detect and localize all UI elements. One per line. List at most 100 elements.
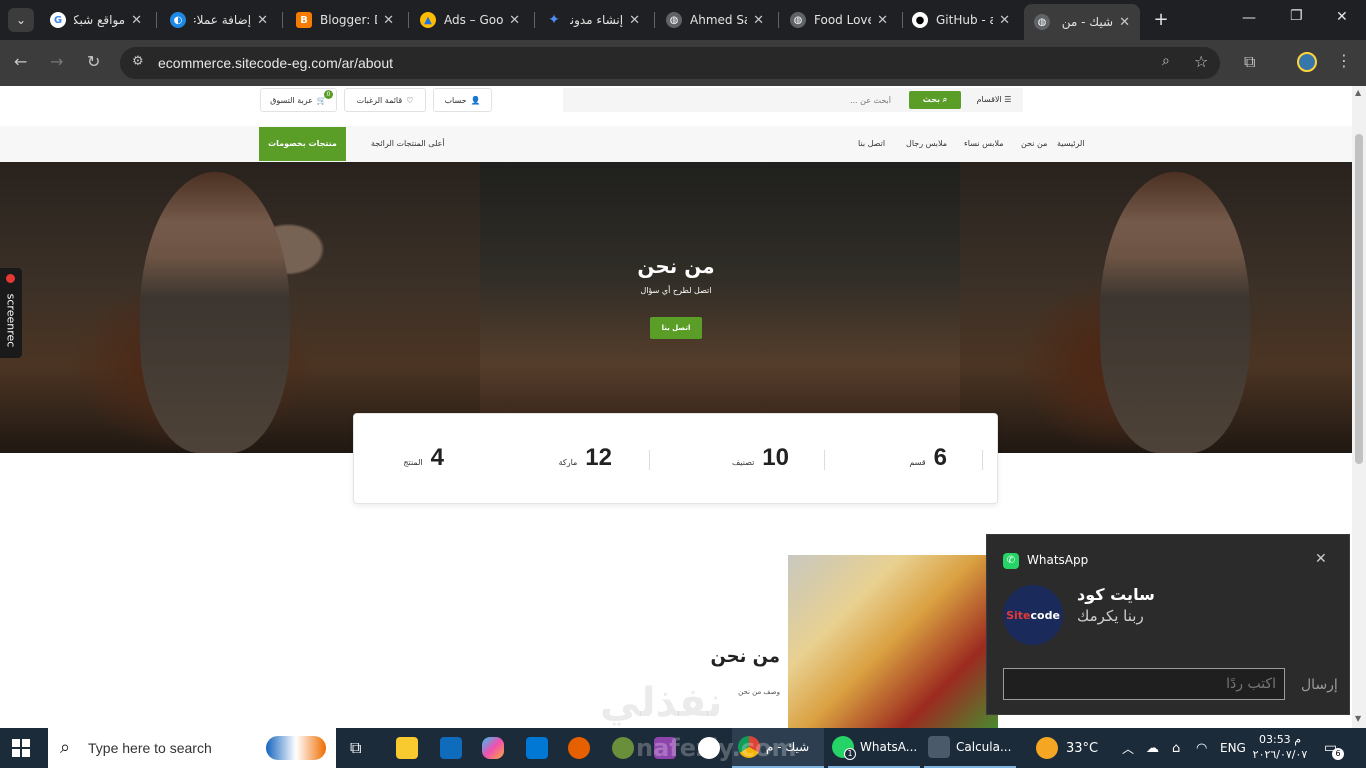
browser-toolbar: ← → ↻ ⚙ ecommerce.sitecode-eg.com/ar/abo… xyxy=(0,40,1366,86)
wifi-icon[interactable]: ◠ xyxy=(1196,728,1207,768)
network-icon[interactable]: ⌂ xyxy=(1172,728,1180,768)
globe-icon: ◍ xyxy=(790,12,806,28)
browser-tab[interactable]: ● GitHub - ahmed ✕ xyxy=(902,6,1020,34)
firefox-icon[interactable] xyxy=(568,728,590,768)
browser-tab-active[interactable]: ◍ شيك - من ✕ xyxy=(1024,4,1140,40)
weather-widget[interactable]: 33°C xyxy=(1036,728,1098,768)
whatsapp-icon: ✆ xyxy=(1003,553,1019,569)
nav-women[interactable]: ملابس نساء xyxy=(964,139,1004,148)
close-tab-icon[interactable]: ✕ xyxy=(877,13,888,28)
outlook-icon[interactable] xyxy=(440,728,462,768)
nav-men[interactable]: ملابس رجال xyxy=(906,139,947,148)
page-scrollbar[interactable]: ▲ ▼ xyxy=(1352,86,1366,728)
browser-tab[interactable]: ◐ إضافة عملاء ✕ xyxy=(160,6,278,34)
search-bar: بحث ⌕ الاقسام ☰ xyxy=(563,88,1023,112)
scroll-down-arrow[interactable]: ▼ xyxy=(1355,714,1361,723)
tab-search-button[interactable]: ⌄ xyxy=(8,8,34,32)
search-icon: ⌕ xyxy=(942,95,948,104)
close-tab-icon[interactable]: ✕ xyxy=(383,13,394,28)
close-tab-icon[interactable]: ✕ xyxy=(999,13,1010,28)
nav-bestsellers[interactable]: أعلى المنتجات الرائجة xyxy=(371,139,445,148)
new-tab-button[interactable]: + xyxy=(1150,8,1172,32)
tab-strip: ⌄ G مواقع شبكة ✕ ◐ إضافة عملاء ✕ B Blogg… xyxy=(0,0,1366,40)
language-indicator[interactable]: ENG xyxy=(1220,728,1246,768)
account-button[interactable]: حساب 👤 xyxy=(433,88,492,112)
reload-icon[interactable]: ↻ xyxy=(87,52,100,71)
zoom-icon[interactable]: ⌕ xyxy=(1162,53,1170,69)
stat-brands: 12 ماركة xyxy=(558,444,612,471)
back-icon[interactable]: ← xyxy=(14,52,27,71)
reply-input[interactable] xyxy=(1003,668,1285,700)
browser-tab[interactable]: G مواقع شبكة ✕ xyxy=(40,6,152,34)
app-icon[interactable] xyxy=(612,728,634,768)
store-icon[interactable] xyxy=(526,728,548,768)
screenrec-widget[interactable]: screenrec xyxy=(0,268,22,358)
taskbar-app-whatsapp[interactable]: 1 WhatsA... xyxy=(828,728,920,768)
send-reply-button[interactable]: إرسال xyxy=(1301,677,1338,693)
copilot-icon[interactable] xyxy=(482,728,504,768)
wishlist-button[interactable]: قائمة الرغبات ♡ xyxy=(344,88,426,112)
notification-count-badge: 6 xyxy=(1332,748,1344,760)
hero-subtitle: اتصل لطرح أي سؤال xyxy=(640,286,712,295)
nav-contact[interactable]: اتصل بنا xyxy=(858,139,885,148)
sun-icon xyxy=(1036,737,1058,759)
start-button[interactable] xyxy=(12,728,30,768)
hero-contact-button[interactable]: اتصل بنا xyxy=(650,317,702,339)
close-tab-icon[interactable]: ✕ xyxy=(753,13,764,28)
browser-tab[interactable]: ◍ Ahmed Saber ✕ xyxy=(656,6,774,34)
file-explorer-icon[interactable] xyxy=(396,728,418,768)
nav-about[interactable]: من نحن xyxy=(1021,139,1047,148)
close-notification-icon[interactable]: ✕ xyxy=(1315,551,1327,567)
taskbar-search[interactable]: ⌕ Type here to search xyxy=(48,728,336,768)
onedrive-icon[interactable]: ☁ xyxy=(1146,728,1159,768)
close-tab-icon[interactable]: ✕ xyxy=(629,13,640,28)
whatsapp-unread-badge: 1 xyxy=(844,748,856,760)
close-tab-icon[interactable]: ✕ xyxy=(1119,15,1130,30)
cart-button[interactable]: عربة التسوق 🛒 0 xyxy=(260,88,337,112)
stat-sections: 6 قسم xyxy=(909,444,947,471)
menu-dots-icon[interactable]: ⋮ xyxy=(1336,51,1352,70)
url-text[interactable]: ecommerce.sitecode-eg.com/ar/about xyxy=(158,55,393,71)
blogger-icon: B xyxy=(296,12,312,28)
about-title: من نحن xyxy=(710,646,780,667)
site-info-icon[interactable]: ⚙ xyxy=(132,54,144,69)
close-window-button[interactable]: ✕ xyxy=(1336,9,1348,25)
notification-message: ربنا يكرمك xyxy=(1077,607,1144,625)
taskbar-app-calculator[interactable]: Calcula... xyxy=(924,728,1016,768)
extensions-icon[interactable]: ⧉ xyxy=(1244,52,1255,72)
offers-button[interactable]: منتجات بخصومات xyxy=(259,127,346,161)
notification-sender: سايت كود xyxy=(1077,585,1155,604)
google-icon: G xyxy=(50,12,66,28)
minimize-button[interactable]: — xyxy=(1242,10,1256,26)
address-bar[interactable]: ⚙ ecommerce.sitecode-eg.com/ar/about ⌕ ☆ xyxy=(120,47,1220,79)
browser-tab[interactable]: ◍ Food Lover ✕ xyxy=(780,6,898,34)
search-button[interactable]: بحث ⌕ xyxy=(909,91,961,109)
globe-icon: ◍ xyxy=(1034,14,1050,30)
close-tab-icon[interactable]: ✕ xyxy=(509,13,520,28)
clock[interactable]: 03:53 م ٢٠٢٦/٠٧/٠٧ xyxy=(1252,732,1308,762)
cart-count-badge: 0 xyxy=(323,89,333,99)
windows-logo-icon xyxy=(12,739,30,757)
scroll-thumb[interactable] xyxy=(1355,134,1363,464)
maximize-button[interactable]: ❐ xyxy=(1290,8,1303,24)
nav-home[interactable]: الرئيسية xyxy=(1057,139,1085,148)
forward-icon[interactable]: → xyxy=(50,52,63,71)
bookmark-star-icon[interactable]: ☆ xyxy=(1194,52,1208,71)
scroll-up-arrow[interactable]: ▲ xyxy=(1355,88,1361,97)
task-view-icon[interactable]: ⧉ xyxy=(350,728,361,768)
show-hidden-icons[interactable]: ︿ xyxy=(1122,728,1134,768)
close-tab-icon[interactable]: ✕ xyxy=(257,13,268,28)
github-icon: ● xyxy=(912,12,928,28)
stats-card: 6 قسم 10 تصنيف 12 ماركة 4 المنتج xyxy=(353,413,998,504)
search-icon: ⌕ xyxy=(60,737,71,758)
categories-dropdown[interactable]: الاقسام ☰ xyxy=(967,91,1021,109)
browser-tab[interactable]: ▲ Ads – Google ✕ xyxy=(410,6,530,34)
browser-tab[interactable]: ✦ إنشاء مدونة ✕ xyxy=(536,6,650,34)
close-tab-icon[interactable]: ✕ xyxy=(131,13,142,28)
menu-icon: ☰ xyxy=(1004,95,1012,104)
notification-center-icon[interactable]: ▭ 6 xyxy=(1324,728,1344,768)
profile-avatar[interactable] xyxy=(1297,52,1317,72)
browser-tab[interactable]: B Blogger: Dashboard ✕ xyxy=(286,6,404,34)
search-input[interactable] xyxy=(563,88,903,112)
record-dot-icon xyxy=(6,274,15,283)
